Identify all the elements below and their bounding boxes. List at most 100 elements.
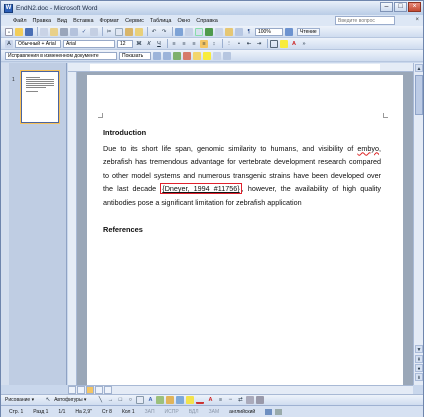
arrow-icon[interactable]: → (106, 396, 114, 404)
insert-comment-icon[interactable] (193, 51, 201, 60)
reject-change-icon[interactable] (183, 51, 191, 60)
help-icon[interactable] (285, 27, 293, 36)
toolbar-options-icon[interactable]: » (300, 40, 308, 48)
browse-object-icon[interactable]: ● (415, 364, 423, 372)
reviewing-pane-icon[interactable] (223, 51, 231, 60)
wordart-icon[interactable]: A (146, 396, 154, 404)
maximize-button[interactable]: □ (394, 2, 407, 12)
format-painter-icon[interactable] (135, 27, 143, 36)
outline-view-icon[interactable] (95, 386, 103, 394)
insert-excel-icon[interactable] (205, 27, 213, 36)
menu-insert[interactable]: Вставка (73, 18, 93, 24)
open-folder-icon[interactable] (15, 27, 23, 36)
oval-icon[interactable]: ○ (126, 396, 134, 404)
scroll-thumb[interactable] (415, 75, 423, 115)
bullets-icon[interactable]: • (235, 40, 243, 48)
italic-icon[interactable]: К (145, 40, 153, 48)
menu-tools[interactable]: Сервис (125, 18, 144, 24)
research-icon[interactable] (90, 27, 98, 36)
spelling-icon[interactable]: ✓ (80, 28, 88, 36)
tables-borders-icon[interactable] (185, 27, 193, 36)
macro-status-icon[interactable] (275, 408, 283, 415)
close-button[interactable]: × (408, 2, 421, 12)
copy-icon[interactable] (115, 27, 123, 36)
print-preview-icon[interactable] (70, 27, 78, 36)
menu-view[interactable]: Вид (57, 18, 67, 24)
horizontal-ruler[interactable] (68, 63, 413, 72)
menu-edit[interactable]: Правка (33, 18, 52, 24)
read-button[interactable]: Чтение (297, 27, 320, 36)
line-spacing-icon[interactable]: ↕ (210, 40, 218, 48)
next-page-icon[interactable]: ⇟ (415, 373, 423, 381)
underline-icon[interactable]: Ч (155, 40, 163, 48)
spelling-status-icon[interactable] (265, 408, 273, 415)
hyperlink-icon[interactable] (175, 27, 183, 36)
markup-display-select[interactable]: Исправления в измененном документе (5, 51, 117, 60)
rectangle-icon[interactable]: □ (116, 396, 124, 404)
document-body[interactable]: Introduction Due to its short life span,… (103, 126, 381, 239)
columns-icon[interactable] (215, 27, 223, 36)
shadow-icon[interactable] (246, 396, 255, 404)
minimize-button[interactable]: – (380, 2, 393, 12)
style-select[interactable]: Обычный + Arial (15, 39, 61, 48)
line-icon[interactable]: ╲ (96, 396, 104, 404)
web-view-icon[interactable] (77, 386, 85, 394)
endnote-citation-field[interactable]: {Dneyer, 1994 #11756} (160, 183, 242, 194)
menu-help[interactable]: Справка (196, 18, 218, 24)
drawing-menu[interactable]: Рисование ▾ (5, 397, 34, 403)
vertical-scrollbar[interactable]: ▲ ▼ ⇞ ● ⇟ (413, 63, 423, 385)
font-color-icon[interactable]: A (290, 40, 298, 48)
numbering-icon[interactable]: ⋮ (225, 40, 233, 48)
previous-change-icon[interactable] (153, 51, 161, 60)
previous-page-icon[interactable]: ⇞ (415, 355, 423, 363)
cut-icon[interactable]: ✂ (105, 28, 113, 36)
word-app-icon[interactable]: W (4, 3, 13, 13)
next-change-icon[interactable] (163, 51, 171, 60)
fill-color-icon[interactable] (186, 396, 195, 404)
reading-view-icon[interactable] (104, 386, 112, 394)
menu-file[interactable]: Файл (13, 18, 27, 24)
decrease-indent-icon[interactable]: ⇤ (245, 40, 253, 48)
scroll-up-icon[interactable]: ▲ (415, 64, 423, 72)
ask-question-input[interactable]: Введите вопрос (335, 16, 395, 25)
font-size-select[interactable]: 12 (117, 39, 133, 48)
scroll-down-icon[interactable]: ▼ (415, 345, 423, 353)
show-markup-dropdown[interactable]: Показать (119, 51, 151, 60)
save-icon[interactable] (25, 27, 33, 36)
bold-icon[interactable]: Ж (135, 40, 143, 48)
borders-icon[interactable] (270, 39, 278, 48)
justify-icon[interactable]: ≡ (200, 39, 208, 48)
highlight-icon-2[interactable] (203, 51, 211, 60)
undo-icon[interactable]: ↶ (150, 28, 158, 36)
misspelled-word[interactable]: embyo (357, 144, 379, 153)
menu-window[interactable]: Окно (178, 18, 191, 24)
accept-change-icon[interactable] (173, 51, 181, 60)
diagram-icon[interactable] (156, 396, 165, 404)
autoshapes-menu[interactable]: Автофигуры ▾ (54, 397, 86, 403)
document-close-icon[interactable]: × (415, 17, 419, 23)
vertical-ruler[interactable] (68, 72, 77, 385)
status-language[interactable]: английский (229, 409, 255, 415)
paste-icon[interactable] (125, 27, 133, 36)
horizontal-scrollbar[interactable] (68, 385, 413, 394)
document-map-icon[interactable] (235, 27, 243, 36)
email-icon[interactable] (50, 27, 58, 36)
status-record-macro[interactable]: ЗАП (145, 409, 155, 415)
status-overtype[interactable]: ЗАМ (209, 409, 220, 415)
zoom-select[interactable]: 100% (255, 27, 283, 36)
font-color-draw-icon[interactable]: A (206, 396, 214, 404)
line-color-icon[interactable] (196, 396, 205, 404)
styles-pane-icon[interactable]: A (5, 39, 13, 48)
drawing-toggle-icon[interactable] (225, 27, 233, 36)
status-extend[interactable]: ВДЛ (189, 409, 199, 415)
show-hide-icon[interactable]: ¶ (245, 28, 253, 36)
clipart-icon[interactable] (166, 396, 175, 404)
select-objects-icon[interactable]: ↖ (44, 396, 52, 404)
line-style-icon[interactable]: ≡ (216, 396, 224, 404)
insert-table-icon[interactable] (195, 27, 203, 36)
align-center-icon[interactable]: ≡ (180, 40, 188, 48)
dash-style-icon[interactable]: ┄ (226, 396, 234, 404)
normal-view-icon[interactable] (68, 386, 76, 394)
print-icon[interactable] (60, 27, 68, 36)
textbox-icon[interactable] (136, 396, 145, 404)
